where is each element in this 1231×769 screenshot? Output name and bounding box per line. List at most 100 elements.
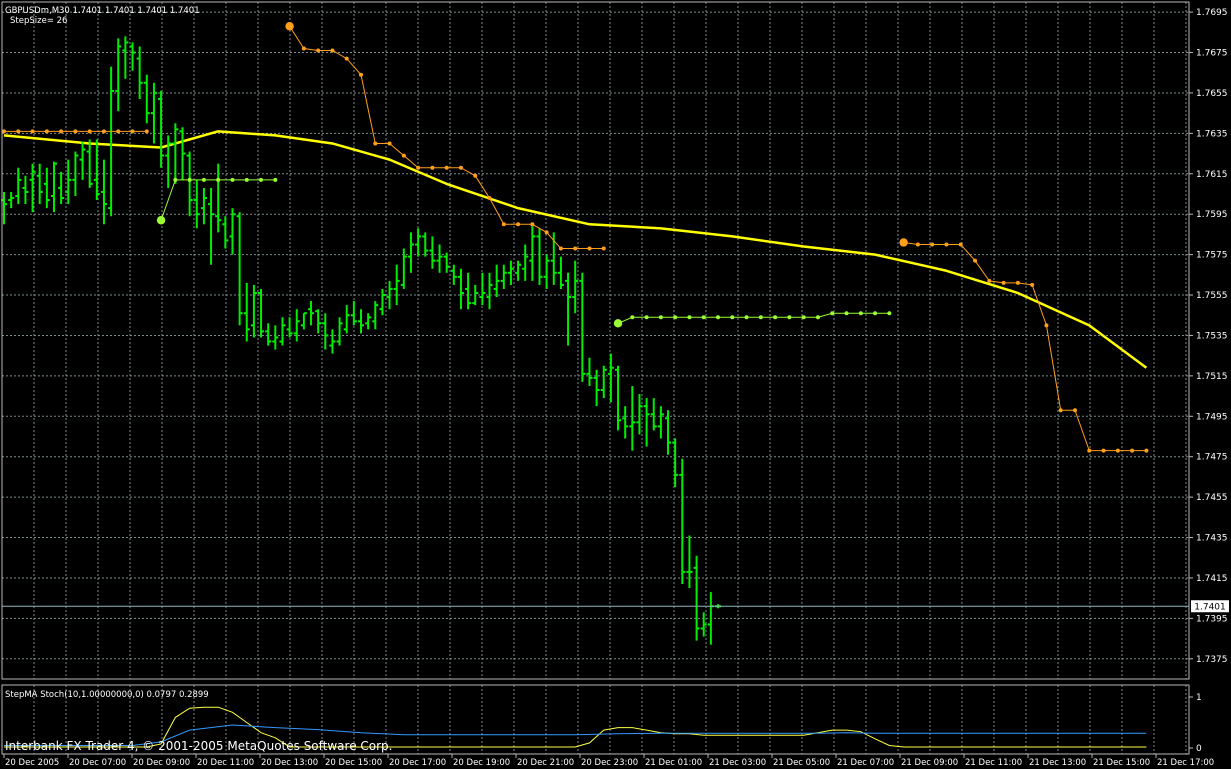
time-tick-label: 21 Dec 07:00 (837, 758, 894, 768)
time-tick-label: 21 Dec 01:00 (645, 758, 702, 768)
buy-stop-dot (773, 315, 778, 320)
price-tick-label: 1.7695 (1196, 8, 1228, 18)
sell-stop-dot (487, 196, 492, 201)
sell-stop-signal-dot (285, 22, 294, 31)
current-price-label: 1.7401 (1194, 603, 1226, 613)
sell-stop-dot (930, 242, 935, 247)
buy-stop-dot (201, 177, 206, 182)
buy-stop-dot (815, 315, 820, 320)
sell-stop-dot (330, 48, 335, 53)
sell-stop-dot (73, 129, 78, 134)
buy-stop-signal-dot (156, 216, 166, 225)
sell-stop-dot (573, 246, 578, 251)
price-tick-label: 1.7515 (1196, 372, 1228, 382)
current-price-box: 1.7401 (1191, 600, 1229, 613)
sell-stop-dot (558, 246, 563, 251)
sell-stop-dot (430, 165, 435, 170)
time-tick-label: 21 Dec 11:00 (965, 758, 1022, 768)
buy-stop-dot (658, 315, 663, 320)
sell-stop-dot (44, 129, 49, 134)
sell-stop-dot (373, 141, 378, 146)
main-subtitle: StepSize= 26 (10, 16, 67, 26)
buy-stop-dot (758, 315, 763, 320)
price-tick-label: 1.7435 (1196, 534, 1228, 544)
buy-stop-dot (787, 315, 792, 320)
sell-stop-dot (530, 222, 535, 227)
buy-stop-dot (173, 177, 178, 182)
sell-stop-dot (416, 165, 421, 170)
sell-stop-dot (1101, 448, 1106, 453)
time-tick-label: 20 Dec 2005 (5, 758, 59, 768)
chart-background (0, 0, 1231, 769)
sell-stop-dot (1015, 280, 1020, 285)
buy-stop-dot (273, 177, 278, 182)
time-tick-label: 20 Dec 21:00 (517, 758, 574, 768)
price-tick-label: 1.7595 (1196, 210, 1228, 220)
buy-stop-dot (230, 177, 235, 182)
sell-stop-dot (444, 165, 449, 170)
sell-stop-dot (101, 129, 106, 134)
time-tick-label: 20 Dec 11:00 (197, 758, 254, 768)
sell-stop-dot (359, 72, 363, 77)
stoch-tick-label: 1 (1196, 693, 1202, 703)
sell-stop-dot (30, 129, 35, 134)
copyright-watermark: Interbank FX Trader 4, © 2001-2005 MetaQ… (5, 739, 393, 753)
time-tick-label: 21 Dec 15:00 (1093, 758, 1150, 768)
buy-stop-dot (801, 315, 806, 320)
sell-stop-dot (944, 242, 949, 247)
sell-stop-dot (1044, 323, 1049, 328)
time-tick-label: 20 Dec 23:00 (581, 758, 638, 768)
sell-stop-dot (973, 258, 978, 263)
price-tick-label: 1.7555 (1196, 291, 1228, 301)
buy-stop-dot (644, 315, 649, 320)
sub-title: StepMA Stoch(10,1.00000000,0) 0.0797 0.2… (5, 690, 209, 700)
buy-stop-dot (244, 177, 249, 182)
sell-stop-dot (501, 222, 506, 227)
buy-stop-dot (687, 315, 692, 320)
sell-stop-dot (87, 129, 92, 134)
time-tick-label: 20 Dec 15:00 (325, 758, 382, 768)
sell-stop-dot (344, 56, 349, 61)
time-tick-label: 20 Dec 09:00 (133, 758, 190, 768)
sell-stop-signal-dot (899, 238, 908, 247)
time-tick-label: 20 Dec 17:00 (389, 758, 446, 768)
buy-stop-dot (259, 177, 264, 182)
sell-stop-dot (1073, 408, 1077, 413)
price-tick-label: 1.7675 (1196, 49, 1228, 59)
sell-stop-dot (1030, 282, 1035, 287)
stoch-tick-label: 0 (1196, 744, 1202, 754)
sell-stop-dot (458, 165, 463, 170)
sell-stop-dot (1130, 448, 1135, 453)
sell-stop-dot (915, 242, 920, 247)
chart-root: 1.7695 1.7675 1.7655 1.7635 1.7615 1.7595 1.75… (0, 0, 1231, 769)
sell-stop-dot (316, 48, 321, 53)
price-tick-label: 1.7495 (1196, 412, 1228, 422)
price-tick-label: 1.7635 (1196, 129, 1228, 139)
sell-stop-dot (1115, 448, 1120, 453)
buy-stop-dot (887, 311, 892, 316)
buy-stop-dot (844, 311, 849, 316)
sell-stop-dot (516, 222, 521, 227)
buy-stop-dot (730, 315, 735, 320)
time-tick-label: 20 Dec 07:00 (69, 758, 126, 768)
sell-stop-dot (1058, 408, 1063, 413)
sell-stop-dot (144, 129, 149, 134)
price-tick-label: 1.7575 (1196, 251, 1228, 261)
sell-stop-dot (2, 129, 6, 134)
buy-stop-dot (744, 315, 749, 320)
time-tick-label: 21 Dec 13:00 (1029, 758, 1086, 768)
sell-stop-dot (401, 153, 406, 158)
sell-stop-dot (958, 242, 963, 247)
price-tick-label: 1.7475 (1196, 453, 1228, 463)
buy-stop-dot (187, 177, 192, 182)
buy-stop-dot (830, 311, 835, 316)
price-tick-label: 1.7395 (1196, 614, 1228, 624)
sell-stop-dot (130, 129, 135, 134)
sell-stop-dot (116, 129, 121, 134)
buy-stop-dot (216, 177, 221, 182)
time-tick-label: 20 Dec 19:00 (453, 758, 510, 768)
sell-stop-dot (987, 278, 992, 283)
buy-stop-dot (701, 315, 706, 320)
price-tick-label: 1.7655 (1196, 89, 1228, 99)
sell-stop-dot (301, 46, 306, 51)
